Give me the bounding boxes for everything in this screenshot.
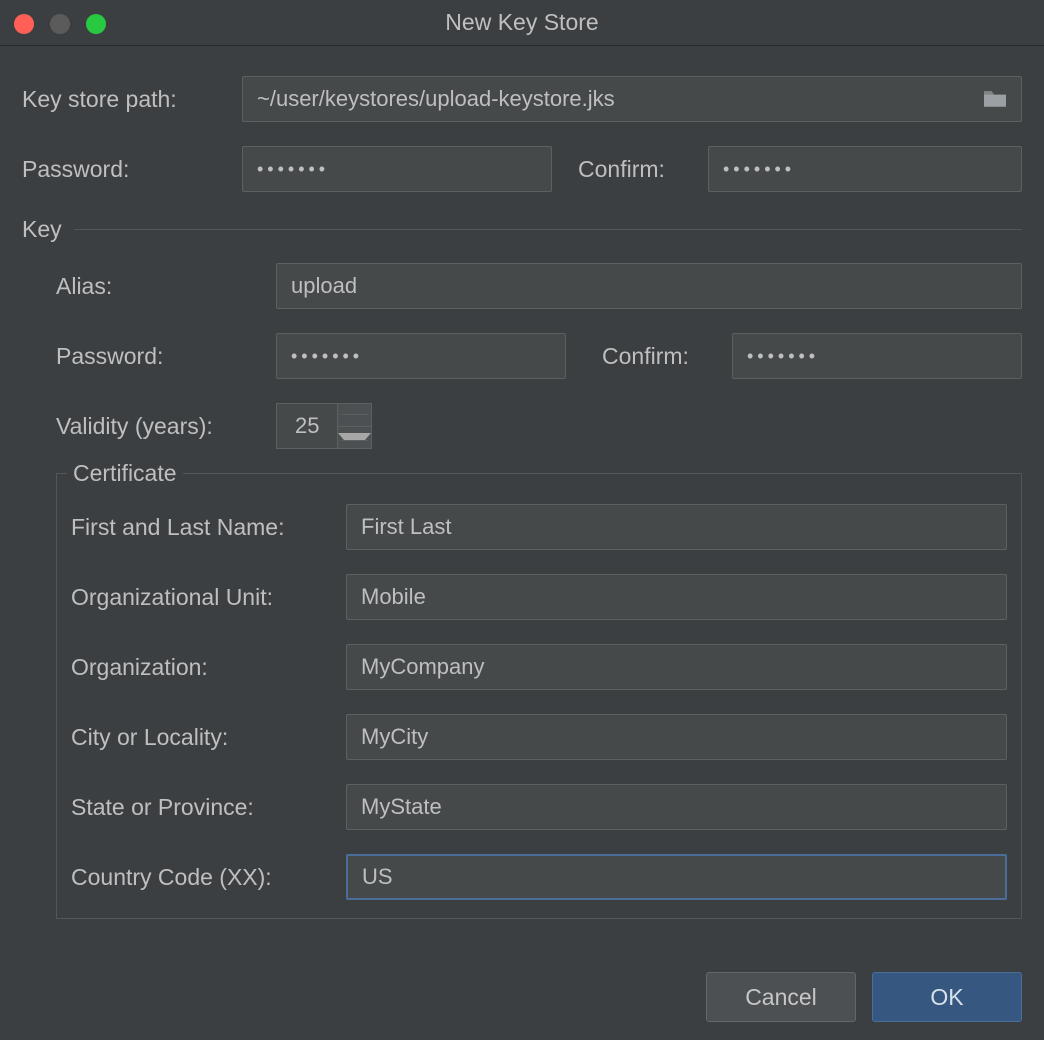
org-unit-value: Mobile — [361, 584, 426, 610]
spinner-down-icon[interactable] — [338, 427, 371, 449]
key-password-input[interactable]: ••••••• — [276, 333, 566, 379]
keystore-confirm-input[interactable]: ••••••• — [708, 146, 1022, 192]
cancel-button[interactable]: Cancel — [706, 972, 856, 1022]
country-value: US — [362, 864, 393, 890]
close-icon[interactable] — [14, 14, 34, 34]
keystore-password-input[interactable]: ••••••• — [242, 146, 552, 192]
keystore-path-value: ~/user/keystores/upload-keystore.jks — [257, 86, 615, 112]
spinner-up-icon[interactable] — [338, 404, 371, 427]
maximize-icon[interactable] — [86, 14, 106, 34]
state-label: State or Province: — [71, 794, 346, 821]
keystore-path-input[interactable]: ~/user/keystores/upload-keystore.jks — [242, 76, 1022, 122]
validity-label: Validity (years): — [56, 413, 266, 440]
certificate-group: Certificate First and Last Name: First L… — [56, 473, 1022, 919]
validity-stepper[interactable]: 25 — [276, 403, 372, 449]
key-password-label: Password: — [56, 343, 266, 370]
key-confirm-input[interactable]: ••••••• — [732, 333, 1022, 379]
key-section-label: Key — [22, 216, 62, 243]
ok-button[interactable]: OK — [872, 972, 1022, 1022]
country-label: Country Code (XX): — [71, 864, 346, 891]
alias-input[interactable]: upload — [276, 263, 1022, 309]
certificate-section-label: Certificate — [67, 460, 183, 487]
key-confirm-label: Confirm: — [602, 343, 722, 370]
state-value: MyState — [361, 794, 442, 820]
org-label: Organization: — [71, 654, 346, 681]
first-last-input[interactable]: First Last — [346, 504, 1007, 550]
window-title: New Key Store — [0, 9, 1044, 36]
alias-label: Alias: — [56, 273, 266, 300]
alias-value: upload — [291, 273, 357, 299]
folder-icon[interactable] — [981, 88, 1009, 110]
country-input[interactable]: US — [346, 854, 1007, 900]
city-value: MyCity — [361, 724, 428, 750]
window-controls — [14, 14, 106, 34]
org-value: MyCompany — [361, 654, 484, 680]
first-last-label: First and Last Name: — [71, 514, 346, 541]
minimize-icon — [50, 14, 70, 34]
validity-value: 25 — [276, 403, 338, 449]
key-confirm-value: ••••••• — [747, 346, 819, 367]
keystore-confirm-value: ••••••• — [723, 159, 795, 180]
city-label: City or Locality: — [71, 724, 346, 751]
keystore-password-label: Password: — [22, 156, 232, 183]
keystore-confirm-label: Confirm: — [578, 156, 698, 183]
keystore-path-label: Key store path: — [22, 86, 232, 113]
divider — [74, 229, 1022, 230]
org-unit-label: Organizational Unit: — [71, 584, 346, 611]
city-input[interactable]: MyCity — [346, 714, 1007, 760]
org-unit-input[interactable]: Mobile — [346, 574, 1007, 620]
key-password-value: ••••••• — [291, 346, 363, 367]
state-input[interactable]: MyState — [346, 784, 1007, 830]
org-input[interactable]: MyCompany — [346, 644, 1007, 690]
first-last-value: First Last — [361, 514, 451, 540]
keystore-password-value: ••••••• — [257, 159, 329, 180]
titlebar: New Key Store — [0, 0, 1044, 46]
